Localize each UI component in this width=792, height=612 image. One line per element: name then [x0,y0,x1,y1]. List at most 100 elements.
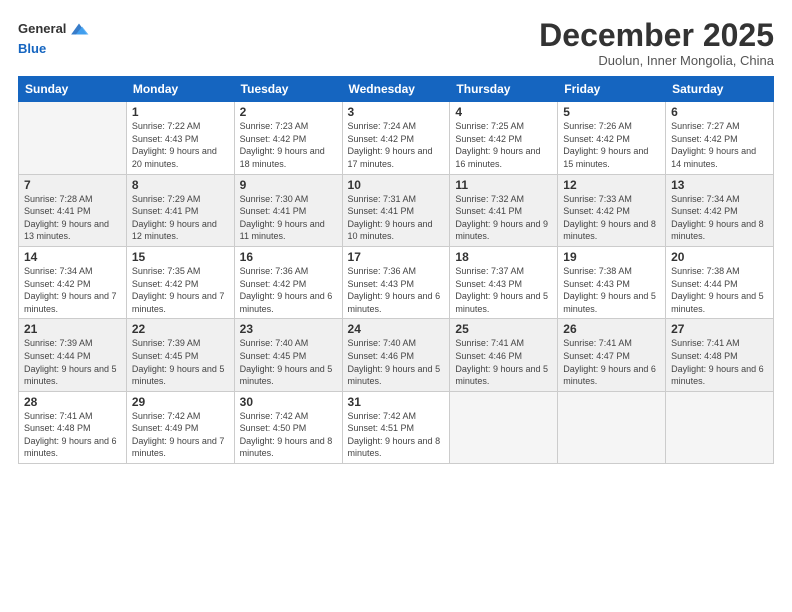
day-info: Sunrise: 7:41 AMSunset: 4:48 PMDaylight:… [24,410,121,460]
col-saturday: Saturday [666,77,774,102]
day-info: Sunrise: 7:36 AMSunset: 4:42 PMDaylight:… [240,265,337,315]
day-number: 5 [563,105,660,119]
day-info: Sunrise: 7:42 AMSunset: 4:49 PMDaylight:… [132,410,229,460]
day-number: 4 [455,105,552,119]
calendar-week-row: 14Sunrise: 7:34 AMSunset: 4:42 PMDayligh… [19,246,774,318]
day-number: 28 [24,395,121,409]
calendar-day-cell: 21Sunrise: 7:39 AMSunset: 4:44 PMDayligh… [19,319,127,391]
day-info: Sunrise: 7:24 AMSunset: 4:42 PMDaylight:… [348,120,445,170]
day-number: 9 [240,178,337,192]
day-info: Sunrise: 7:35 AMSunset: 4:42 PMDaylight:… [132,265,229,315]
calendar-day-cell: 17Sunrise: 7:36 AMSunset: 4:43 PMDayligh… [342,246,450,318]
day-number: 31 [348,395,445,409]
day-number: 17 [348,250,445,264]
calendar-day-cell: 15Sunrise: 7:35 AMSunset: 4:42 PMDayligh… [126,246,234,318]
header: General Blue December 2025 Duolun, Inner… [18,18,774,68]
calendar-day-cell: 22Sunrise: 7:39 AMSunset: 4:45 PMDayligh… [126,319,234,391]
calendar-day-cell: 6Sunrise: 7:27 AMSunset: 4:42 PMDaylight… [666,102,774,174]
day-number: 24 [348,322,445,336]
day-info: Sunrise: 7:39 AMSunset: 4:44 PMDaylight:… [24,337,121,387]
calendar-day-cell: 23Sunrise: 7:40 AMSunset: 4:45 PMDayligh… [234,319,342,391]
calendar-day-cell: 11Sunrise: 7:32 AMSunset: 4:41 PMDayligh… [450,174,558,246]
day-number: 15 [132,250,229,264]
day-number: 20 [671,250,768,264]
calendar-day-cell: 30Sunrise: 7:42 AMSunset: 4:50 PMDayligh… [234,391,342,463]
page: General Blue December 2025 Duolun, Inner… [0,0,792,612]
col-wednesday: Wednesday [342,77,450,102]
calendar-week-row: 7Sunrise: 7:28 AMSunset: 4:41 PMDaylight… [19,174,774,246]
col-friday: Friday [558,77,666,102]
day-number: 8 [132,178,229,192]
day-info: Sunrise: 7:37 AMSunset: 4:43 PMDaylight:… [455,265,552,315]
day-info: Sunrise: 7:40 AMSunset: 4:46 PMDaylight:… [348,337,445,387]
day-number: 1 [132,105,229,119]
calendar-day-cell: 12Sunrise: 7:33 AMSunset: 4:42 PMDayligh… [558,174,666,246]
day-info: Sunrise: 7:39 AMSunset: 4:45 PMDaylight:… [132,337,229,387]
day-number: 27 [671,322,768,336]
calendar-day-cell: 29Sunrise: 7:42 AMSunset: 4:49 PMDayligh… [126,391,234,463]
calendar-day-cell: 2Sunrise: 7:23 AMSunset: 4:42 PMDaylight… [234,102,342,174]
col-tuesday: Tuesday [234,77,342,102]
day-number: 16 [240,250,337,264]
day-number: 23 [240,322,337,336]
day-info: Sunrise: 7:31 AMSunset: 4:41 PMDaylight:… [348,193,445,243]
day-info: Sunrise: 7:28 AMSunset: 4:41 PMDaylight:… [24,193,121,243]
day-info: Sunrise: 7:22 AMSunset: 4:43 PMDaylight:… [132,120,229,170]
day-info: Sunrise: 7:36 AMSunset: 4:43 PMDaylight:… [348,265,445,315]
day-info: Sunrise: 7:26 AMSunset: 4:42 PMDaylight:… [563,120,660,170]
calendar-day-cell: 4Sunrise: 7:25 AMSunset: 4:42 PMDaylight… [450,102,558,174]
calendar-day-cell: 28Sunrise: 7:41 AMSunset: 4:48 PMDayligh… [19,391,127,463]
calendar-day-cell: 24Sunrise: 7:40 AMSunset: 4:46 PMDayligh… [342,319,450,391]
calendar-day-cell: 19Sunrise: 7:38 AMSunset: 4:43 PMDayligh… [558,246,666,318]
day-number: 12 [563,178,660,192]
day-number: 2 [240,105,337,119]
calendar-day-cell: 27Sunrise: 7:41 AMSunset: 4:48 PMDayligh… [666,319,774,391]
title-block: December 2025 Duolun, Inner Mongolia, Ch… [539,18,774,68]
calendar-day-cell [450,391,558,463]
day-info: Sunrise: 7:41 AMSunset: 4:46 PMDaylight:… [455,337,552,387]
calendar-week-row: 21Sunrise: 7:39 AMSunset: 4:44 PMDayligh… [19,319,774,391]
calendar-week-row: 1Sunrise: 7:22 AMSunset: 4:43 PMDaylight… [19,102,774,174]
day-number: 25 [455,322,552,336]
day-number: 7 [24,178,121,192]
day-number: 11 [455,178,552,192]
day-info: Sunrise: 7:34 AMSunset: 4:42 PMDaylight:… [671,193,768,243]
calendar-day-cell: 20Sunrise: 7:38 AMSunset: 4:44 PMDayligh… [666,246,774,318]
calendar-day-cell [19,102,127,174]
calendar-day-cell: 16Sunrise: 7:36 AMSunset: 4:42 PMDayligh… [234,246,342,318]
calendar-day-cell: 1Sunrise: 7:22 AMSunset: 4:43 PMDaylight… [126,102,234,174]
day-info: Sunrise: 7:32 AMSunset: 4:41 PMDaylight:… [455,193,552,243]
day-number: 13 [671,178,768,192]
calendar-day-cell: 7Sunrise: 7:28 AMSunset: 4:41 PMDaylight… [19,174,127,246]
month-title: December 2025 [539,18,774,53]
calendar-day-cell: 3Sunrise: 7:24 AMSunset: 4:42 PMDaylight… [342,102,450,174]
location-subtitle: Duolun, Inner Mongolia, China [539,53,774,68]
col-monday: Monday [126,77,234,102]
calendar-header-row: Sunday Monday Tuesday Wednesday Thursday… [19,77,774,102]
day-info: Sunrise: 7:38 AMSunset: 4:44 PMDaylight:… [671,265,768,315]
calendar-day-cell: 14Sunrise: 7:34 AMSunset: 4:42 PMDayligh… [19,246,127,318]
calendar-day-cell: 26Sunrise: 7:41 AMSunset: 4:47 PMDayligh… [558,319,666,391]
day-number: 6 [671,105,768,119]
logo-icon [68,18,90,40]
day-info: Sunrise: 7:42 AMSunset: 4:51 PMDaylight:… [348,410,445,460]
day-number: 22 [132,322,229,336]
col-sunday: Sunday [19,77,127,102]
calendar-day-cell: 9Sunrise: 7:30 AMSunset: 4:41 PMDaylight… [234,174,342,246]
day-number: 30 [240,395,337,409]
col-thursday: Thursday [450,77,558,102]
calendar-table: Sunday Monday Tuesday Wednesday Thursday… [18,76,774,464]
day-number: 19 [563,250,660,264]
day-number: 26 [563,322,660,336]
day-number: 10 [348,178,445,192]
day-number: 3 [348,105,445,119]
calendar-week-row: 28Sunrise: 7:41 AMSunset: 4:48 PMDayligh… [19,391,774,463]
day-info: Sunrise: 7:38 AMSunset: 4:43 PMDaylight:… [563,265,660,315]
calendar-day-cell: 18Sunrise: 7:37 AMSunset: 4:43 PMDayligh… [450,246,558,318]
day-info: Sunrise: 7:42 AMSunset: 4:50 PMDaylight:… [240,410,337,460]
day-info: Sunrise: 7:29 AMSunset: 4:41 PMDaylight:… [132,193,229,243]
logo: General Blue [18,18,90,58]
day-info: Sunrise: 7:41 AMSunset: 4:48 PMDaylight:… [671,337,768,387]
calendar-day-cell: 5Sunrise: 7:26 AMSunset: 4:42 PMDaylight… [558,102,666,174]
day-info: Sunrise: 7:27 AMSunset: 4:42 PMDaylight:… [671,120,768,170]
